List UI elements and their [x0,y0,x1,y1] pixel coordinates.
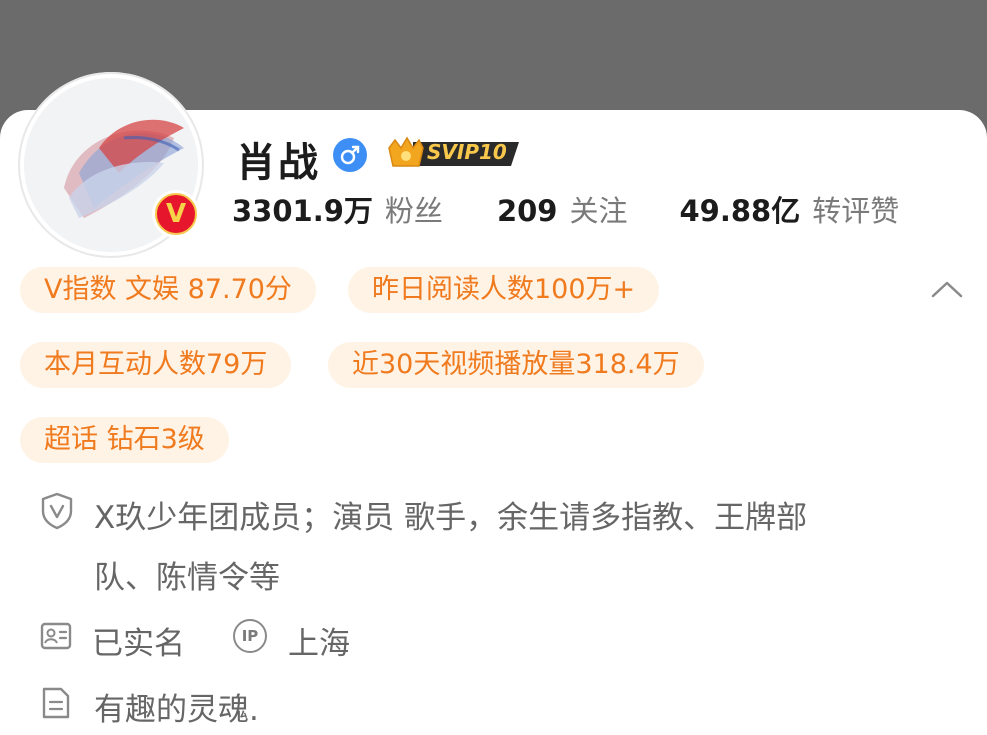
followers-stat[interactable]: 3301.9万 粉丝 [232,188,443,230]
document-icon [41,686,71,724]
chevron-up-icon[interactable] [930,278,964,300]
following-label: 关注 [569,194,628,228]
following-stat[interactable]: 209 关注 [497,188,628,230]
verification-text-line1: X玖少年团成员；演员 歌手，余生请多指教、王牌部 [94,500,808,536]
bio-text: 有趣的灵魂. [94,692,259,728]
tag-daily-readers[interactable]: 昨日阅读人数100万+ [348,267,660,313]
following-count: 209 [496,194,558,228]
verified-badge-icon: V [152,190,200,238]
likes-label: 转评赞 [812,194,900,228]
profile-stats: 3301.9万 粉丝 209 关注 49.88亿 转评赞 [232,188,899,230]
tag-super-topic[interactable]: 超话 钻石3级 [20,417,229,463]
verification-text-line2: 队、陈情令等 [94,560,280,596]
tag-monthly-interactions[interactable]: 本月互动人数79万 [20,342,292,388]
followers-label: 粉丝 [384,194,443,228]
male-icon [333,138,367,172]
profile-name: 肖战 [236,140,320,186]
followers-count: 3301.9万 [232,194,373,228]
shield-v-icon [40,492,74,534]
svip-label: SVIP10 [427,140,507,164]
svip-badge[interactable]: SVIP10 [383,134,521,172]
ip-icon-label: IP [241,627,259,645]
ip-location-icon: IP [233,619,267,653]
id-card-icon [40,622,72,654]
likes-count: 49.88亿 [679,194,801,228]
likes-stat[interactable]: 49.88亿 转评赞 [680,188,900,230]
real-name-label: 已实名 [92,626,185,662]
ip-location-text: 上海 [288,626,350,662]
tag-v-index[interactable]: V指数 文娱 87.70分 [20,267,316,313]
tag-video-plays[interactable]: 近30天视频播放量318.4万 [328,342,704,388]
